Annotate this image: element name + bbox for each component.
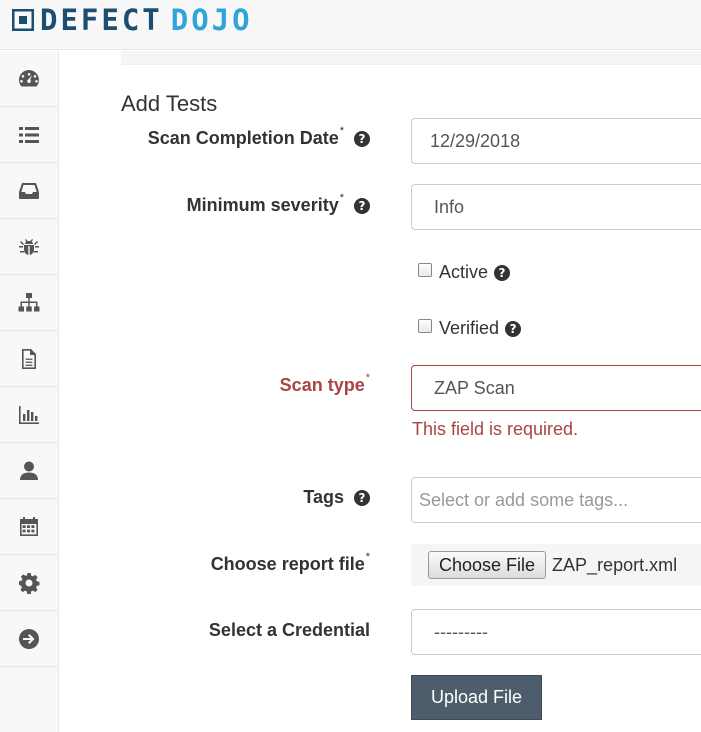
choose-file-button[interactable]: Choose File (428, 551, 547, 579)
min-severity-select[interactable]: Info (411, 184, 701, 230)
help-icon[interactable]: ? (354, 197, 370, 214)
tags-label: Tags? (303, 487, 370, 508)
tags-placeholder: Select or add some tags... (419, 489, 629, 510)
sidebar-item-findings[interactable] (0, 219, 58, 275)
sidebar-item-configuration[interactable] (0, 555, 58, 611)
gear-icon (19, 572, 40, 594)
calendar-icon (20, 516, 38, 536)
sidebar-item-reports[interactable] (0, 331, 58, 387)
verified-checkbox-row[interactable]: Verified ? (418, 318, 522, 339)
scan-type-value: ZAP Scan (434, 377, 515, 398)
upload-file-button[interactable]: Upload File (411, 675, 542, 720)
active-checkbox[interactable] (418, 262, 432, 277)
credential-label-text: Select a Credential (208, 620, 370, 640)
required-mark: * (339, 124, 344, 137)
verified-checkbox[interactable] (418, 318, 432, 333)
content-header-strip (121, 51, 701, 65)
file-icon (22, 348, 36, 369)
min-severity-label-text: Minimum severity (186, 195, 339, 215)
list-icon (19, 126, 39, 143)
report-file-label-text: Choose report file (210, 554, 365, 574)
active-label: Active (439, 262, 489, 282)
help-icon[interactable]: ? (354, 489, 370, 506)
user-icon (20, 461, 38, 480)
sidebar-item-components[interactable] (0, 275, 58, 331)
active-checkbox-row[interactable]: Active ? (418, 262, 511, 283)
selected-file-name: ZAP_report.xml (552, 554, 678, 575)
required-mark: * (339, 191, 344, 204)
inbox-icon (19, 182, 39, 199)
scan-type-error-message: This field is required. (412, 419, 579, 439)
required-mark: * (365, 371, 370, 384)
credential-select[interactable]: --------- (411, 609, 701, 655)
scan-date-label: Scan Completion Date *? (147, 124, 370, 149)
sitemap-icon (18, 292, 40, 311)
sidebar-item-metrics[interactable] (0, 387, 58, 443)
sidebar-item-inbox[interactable] (0, 163, 58, 219)
scan-date-value: 12/29/2018 (430, 130, 521, 151)
arrow-right-circle-icon (19, 628, 39, 649)
sidebar-item-dashboard[interactable] (0, 51, 58, 107)
scan-date-label-text: Scan Completion Date (147, 128, 339, 148)
sidebar (0, 51, 59, 732)
required-mark: * (365, 550, 370, 563)
brand-logo[interactable]: DEFECT DOJO (12, 5, 253, 35)
scan-type-label-text: Scan type (279, 375, 365, 395)
help-icon[interactable]: ? (505, 320, 522, 337)
min-severity-label: Minimum severity *? (186, 191, 370, 216)
brand-name-part1: DEFECT (40, 3, 163, 37)
verified-label: Verified (439, 318, 500, 338)
sidebar-item-users[interactable] (0, 443, 58, 499)
sidebar-item-calendar[interactable] (0, 499, 58, 555)
sidebar-item-logout[interactable] (0, 611, 58, 667)
bug-icon (19, 238, 39, 255)
credential-label: Select a Credential (209, 620, 370, 641)
logo-mark-icon (12, 9, 34, 31)
scan-type-label: Scan type * (279, 371, 370, 396)
scan-date-input[interactable]: 12/29/2018 (411, 118, 701, 164)
tags-label-text: Tags (303, 487, 344, 507)
report-file-input: Choose File ZAP_report.xml (411, 544, 701, 586)
brand-name-part2: DOJO (170, 3, 253, 37)
credential-value: --------- (434, 621, 488, 642)
tags-input[interactable]: Select or add some tags... (411, 477, 701, 523)
min-severity-value: Info (434, 196, 465, 217)
dashboard-icon (19, 69, 40, 86)
report-file-label: Choose report file * (210, 550, 370, 575)
help-icon[interactable]: ? (354, 130, 370, 147)
sidebar-item-list[interactable] (0, 107, 58, 163)
bar-chart-icon (19, 405, 39, 424)
page-title: Add Tests (121, 91, 218, 116)
help-icon[interactable]: ? (494, 264, 511, 281)
top-navbar: DEFECT DOJO (0, 0, 701, 50)
scan-type-select[interactable]: ZAP Scan (411, 365, 701, 411)
